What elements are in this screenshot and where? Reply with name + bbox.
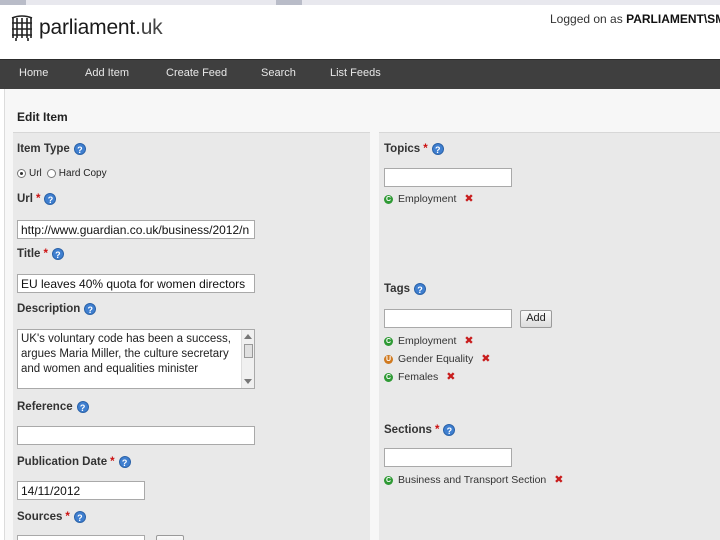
nav-search[interactable]: Search [261,67,296,79]
sources-input[interactable] [17,535,145,540]
tag-item: C Employment ✖ [384,335,474,347]
help-icon[interactable]: ? [443,424,456,436]
login-status: Logged on as PARLIAMENT\SMITH [550,12,720,26]
help-icon[interactable]: ? [44,193,57,205]
page-title: Edit Item [17,110,68,124]
url-input[interactable]: http://www.guardian.co.uk/business/2012/… [17,220,255,239]
nav-add-item[interactable]: Add Item [85,67,129,79]
site-logo[interactable]: parliament.uk [10,14,163,42]
tag-label: Females [398,371,439,383]
topics-input[interactable] [384,168,512,187]
tag-label: Employment [398,335,457,347]
tags-add-button[interactable]: Add [520,310,552,328]
description-text: UK's voluntary code has been a success, … [21,333,231,375]
site-header: parliament.uk Logged on as PARLIAMENT\SM… [0,5,720,59]
tag-item: U Gender Equality ✖ [384,353,491,365]
help-icon[interactable]: ? [84,303,97,315]
remove-icon[interactable]: ✖ [446,371,455,382]
title-label: Title * ? [17,248,64,260]
publication-date-input[interactable]: 14/11/2012 [17,481,145,500]
topics-label: Topics * ? [384,143,444,155]
tag-badge: C [384,372,393,382]
radio-hard-copy-label: Hard Copy [58,168,107,179]
content-area: Edit Item Item Type ? Url Hard Copy Url *… [4,89,720,540]
title-input[interactable]: EU leaves 40% quota for women directors [17,274,255,293]
help-icon[interactable]: ? [118,456,131,468]
scroll-thumb[interactable] [244,344,253,358]
classification-panel: Topics * ? C Employment ✖ Tags ? Add C Em… [379,132,720,540]
reference-input[interactable] [17,426,255,445]
tag-label: Gender Equality [398,353,474,365]
scroll-up-icon[interactable] [244,334,252,339]
item-type-label: Item Type ? [17,143,86,155]
help-icon[interactable]: ? [51,248,64,260]
scroll-down-icon[interactable] [244,379,252,384]
logo-text: parliament.uk [39,16,163,39]
remove-icon[interactable]: ✖ [481,353,490,364]
url-label: Url * ? [17,193,57,205]
tag-item: C Females ✖ [384,371,455,383]
radio-hard-copy[interactable] [46,169,56,178]
nav-list-feeds[interactable]: List Feeds [330,67,381,79]
help-icon[interactable]: ? [73,143,86,155]
portcullis-icon [11,15,33,41]
section-item: C Business and Transport Section ✖ [384,474,563,486]
nav-create-feed[interactable]: Create Feed [166,67,227,79]
radio-url[interactable] [17,169,26,178]
publication-date-label: Publication Date * ? [17,456,131,468]
tags-input[interactable] [384,309,512,328]
help-icon[interactable]: ? [414,283,426,295]
section-label: Business and Transport Section [398,474,547,486]
sections-label: Sections * ? [384,424,456,436]
help-icon[interactable]: ? [76,401,89,413]
tags-label: Tags ? [384,283,426,295]
description-scrollbar[interactable] [241,330,254,388]
topic-badge: C [384,194,393,204]
reference-label: Reference ? [17,401,89,413]
tag-badge: C [384,336,393,346]
item-type-options: Url Hard Copy [17,168,107,179]
radio-url-label: Url [29,168,42,179]
remove-icon[interactable]: ✖ [464,193,473,204]
remove-icon[interactable]: ✖ [554,474,563,485]
main-nav: Home Add Item Create Feed Search List Fe… [0,59,720,89]
section-badge: C [384,475,393,485]
login-user: PARLIAMENT\SMITH [626,12,720,26]
description-label: Description ? [17,303,97,315]
help-icon[interactable]: ? [73,511,86,523]
topic-label: Employment [398,193,457,205]
help-icon[interactable]: ? [431,143,444,155]
sources-label: Sources * ? [17,511,86,523]
tag-badge: U [384,354,393,364]
topic-item: C Employment ✖ [384,193,474,205]
item-details-panel: Item Type ? Url Hard Copy Url * ? http://… [13,132,370,540]
description-textarea[interactable]: UK's voluntary code has been a success, … [17,329,255,389]
remove-icon[interactable]: ✖ [464,335,473,346]
nav-home[interactable]: Home [19,67,48,79]
sections-input[interactable] [384,448,512,467]
sources-add-button[interactable] [156,535,184,540]
